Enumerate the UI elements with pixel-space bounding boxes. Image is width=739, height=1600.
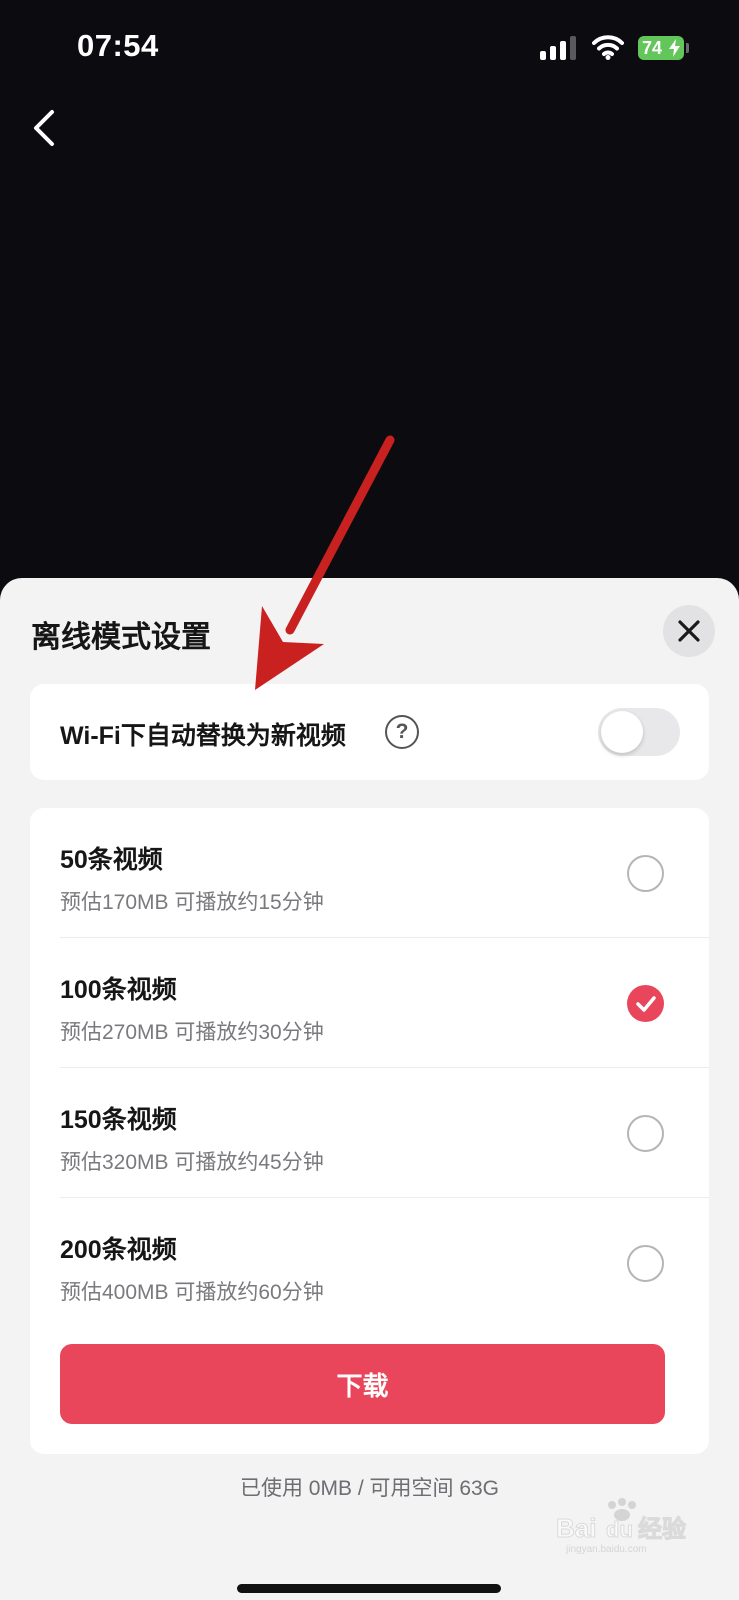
- option-50-videos[interactable]: 50条视频 预估170MB 可播放约15分钟: [30, 808, 709, 938]
- screen: 07:54 74 离线模式设置 Wi-Fi下自动替换为新视频 ? 50条视频 预…: [0, 0, 739, 1600]
- offline-settings-sheet: 离线模式设置 Wi-Fi下自动替换为新视频 ? 50条视频 预估170MB 可播…: [0, 578, 739, 1600]
- option-title: 50条视频: [60, 846, 163, 874]
- battery-cap: [686, 43, 689, 53]
- video-count-options: 50条视频 预估170MB 可播放约15分钟 100条视频 预估270MB 可播…: [30, 808, 709, 1454]
- option-title: 200条视频: [60, 1236, 177, 1264]
- svg-text:Bai: Bai: [556, 1513, 596, 1543]
- option-subtitle: 预估320MB 可播放约45分钟: [60, 1151, 324, 1174]
- baidu-jingyan-watermark: Bai du 经验 jingyan.baidu.com: [556, 1498, 687, 1555]
- svg-text:经验: 经验: [638, 1515, 686, 1543]
- wifi-auto-replace-toggle[interactable]: [598, 708, 680, 756]
- sheet-title: 离线模式设置: [31, 621, 211, 654]
- status-time: 07:54: [77, 28, 159, 63]
- battery-level: 74: [642, 38, 663, 58]
- signal-icon: [540, 36, 578, 60]
- option-100-videos[interactable]: 100条视频 预估270MB 可播放约30分钟: [30, 938, 709, 1068]
- option-title: 150条视频: [60, 1106, 177, 1134]
- close-button[interactable]: [663, 605, 715, 657]
- download-button[interactable]: 下载: [60, 1344, 665, 1424]
- wifi-icon: [592, 35, 624, 60]
- checkmark-icon: [635, 995, 656, 1012]
- option-subtitle: 预估270MB 可播放约30分钟: [60, 1021, 324, 1044]
- close-icon: [678, 620, 700, 642]
- option-title: 100条视频: [60, 976, 177, 1004]
- option-subtitle: 预估170MB 可播放约15分钟: [60, 891, 324, 914]
- home-indicator[interactable]: [237, 1584, 501, 1593]
- toggle-knob: [601, 711, 643, 753]
- radio-unchecked[interactable]: [627, 855, 664, 892]
- radio-unchecked[interactable]: [627, 1115, 664, 1152]
- battery-charging-icon: 74: [638, 36, 684, 60]
- svg-text:du: du: [606, 1517, 633, 1542]
- option-subtitle: 预估400MB 可播放约60分钟: [60, 1281, 324, 1304]
- chevron-left-icon[interactable]: [28, 106, 64, 150]
- option-200-videos[interactable]: 200条视频 预估400MB 可播放约60分钟: [30, 1198, 709, 1328]
- wifi-setting-label: Wi-Fi下自动替换为新视频: [60, 722, 346, 750]
- bolt-icon: [669, 39, 680, 57]
- help-icon[interactable]: ?: [385, 715, 419, 749]
- radio-unchecked[interactable]: [627, 1245, 664, 1282]
- radio-checked[interactable]: [627, 985, 664, 1022]
- option-150-videos[interactable]: 150条视频 预估320MB 可播放约45分钟: [30, 1068, 709, 1198]
- wifi-setting-card: Wi-Fi下自动替换为新视频 ?: [30, 684, 709, 780]
- svg-text:jingyan.baidu.com: jingyan.baidu.com: [565, 1544, 647, 1555]
